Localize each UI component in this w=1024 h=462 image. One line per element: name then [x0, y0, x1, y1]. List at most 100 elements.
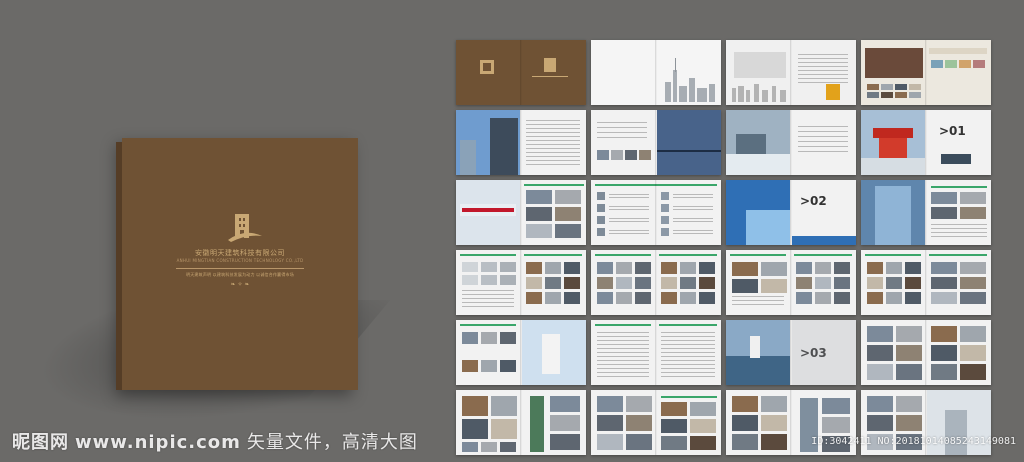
photo-thumb	[550, 396, 580, 412]
photo-thumb	[834, 277, 850, 289]
section-bar	[730, 254, 786, 256]
mountain-peak	[736, 134, 766, 154]
page-block	[929, 48, 987, 54]
photo-thumb	[931, 192, 957, 204]
brochure-spread-8: >01	[861, 110, 991, 175]
text-line	[597, 348, 649, 349]
text-line	[661, 336, 715, 337]
text-line	[661, 340, 715, 341]
photo-thumb	[597, 150, 609, 160]
photo-thumb	[526, 277, 542, 289]
photo-thumb	[931, 60, 943, 68]
text-line	[798, 131, 848, 132]
photo-thumb	[896, 326, 922, 342]
photo-thumb	[896, 396, 922, 412]
photo-thumb	[822, 417, 850, 433]
collage-photo	[865, 48, 923, 78]
photo-thumb	[867, 415, 893, 431]
photo-thumb	[564, 292, 580, 304]
photo-thumb	[761, 415, 787, 431]
list-icon	[597, 204, 605, 212]
photo-thumb	[732, 279, 758, 293]
section-bar	[524, 254, 582, 256]
skyline-building	[780, 90, 786, 102]
section-bar	[595, 254, 651, 256]
text-line	[597, 360, 649, 361]
text-line	[597, 356, 649, 357]
photo-thumb	[462, 262, 478, 272]
text-line	[609, 194, 649, 195]
photo-thumb	[960, 277, 986, 289]
photo-thumb	[732, 396, 758, 412]
nipic-watermark: 昵图网 www.nipic.com 矢量文件，高清大图	[12, 428, 418, 454]
photo-thumb	[616, 292, 632, 304]
list-icon	[661, 228, 669, 236]
text-line	[609, 218, 649, 219]
photo-thumb	[796, 292, 812, 304]
skyline-building	[732, 88, 736, 102]
pavilion-roof	[873, 128, 913, 138]
text-line	[526, 124, 580, 125]
text-line	[732, 296, 784, 297]
photo-thumb	[690, 419, 716, 433]
text-line	[661, 364, 715, 365]
photo-thumb	[550, 434, 580, 450]
robot-figure	[542, 334, 560, 374]
text-line	[526, 164, 580, 165]
photo-thumb	[526, 190, 552, 204]
text-line	[798, 146, 848, 147]
text-line	[526, 160, 580, 161]
photo-thumb	[867, 326, 893, 342]
skyline-building	[679, 86, 687, 102]
skyline-building	[762, 90, 768, 102]
brochure-spread-6	[591, 110, 721, 175]
photo-thumb	[545, 277, 561, 289]
text-line	[526, 136, 580, 137]
photo-thumb	[815, 292, 831, 304]
section-bar	[865, 254, 921, 256]
photo-thumb	[481, 442, 497, 452]
text-line	[798, 82, 848, 83]
photo-thumb	[945, 60, 957, 68]
text-line	[597, 122, 647, 123]
photo-thumb	[564, 277, 580, 289]
photo-thumb	[625, 150, 637, 160]
text-line	[798, 70, 848, 71]
text-line	[526, 148, 580, 149]
pavilion-body	[879, 138, 907, 158]
photo-thumb	[931, 345, 957, 361]
photo-thumb	[481, 360, 497, 372]
photo-thumb	[761, 279, 787, 293]
photo-thumb	[931, 277, 957, 289]
section-bar	[460, 254, 516, 256]
text-line	[597, 132, 647, 133]
section-bar	[794, 254, 852, 256]
page-block	[792, 236, 856, 245]
list-icon	[661, 204, 669, 212]
text-line	[609, 209, 649, 210]
text-line	[609, 221, 649, 222]
photo-thumb	[822, 398, 850, 414]
text-line	[597, 352, 649, 353]
list-icon	[597, 192, 605, 200]
photo-thumb	[690, 436, 716, 450]
photo-thumb	[905, 292, 921, 304]
photo-thumb	[500, 442, 516, 452]
text-line	[931, 228, 987, 229]
wave-crest	[746, 210, 790, 245]
book-spine	[116, 142, 122, 390]
section-bar	[595, 184, 717, 186]
photo-thumb	[635, 292, 651, 304]
text-line	[661, 332, 715, 333]
text-line	[597, 376, 649, 377]
brochure-spread-9	[456, 180, 586, 245]
photo-thumb	[881, 92, 893, 98]
photo-thumb	[732, 415, 758, 431]
photo-thumb	[960, 192, 986, 204]
chapter-number: >01	[939, 124, 966, 138]
brochure-spread-11: >02	[726, 180, 856, 245]
text-line	[798, 126, 848, 127]
photo-thumb	[611, 150, 623, 160]
photo-thumb	[867, 364, 893, 380]
brochure-spread-15	[726, 250, 856, 315]
